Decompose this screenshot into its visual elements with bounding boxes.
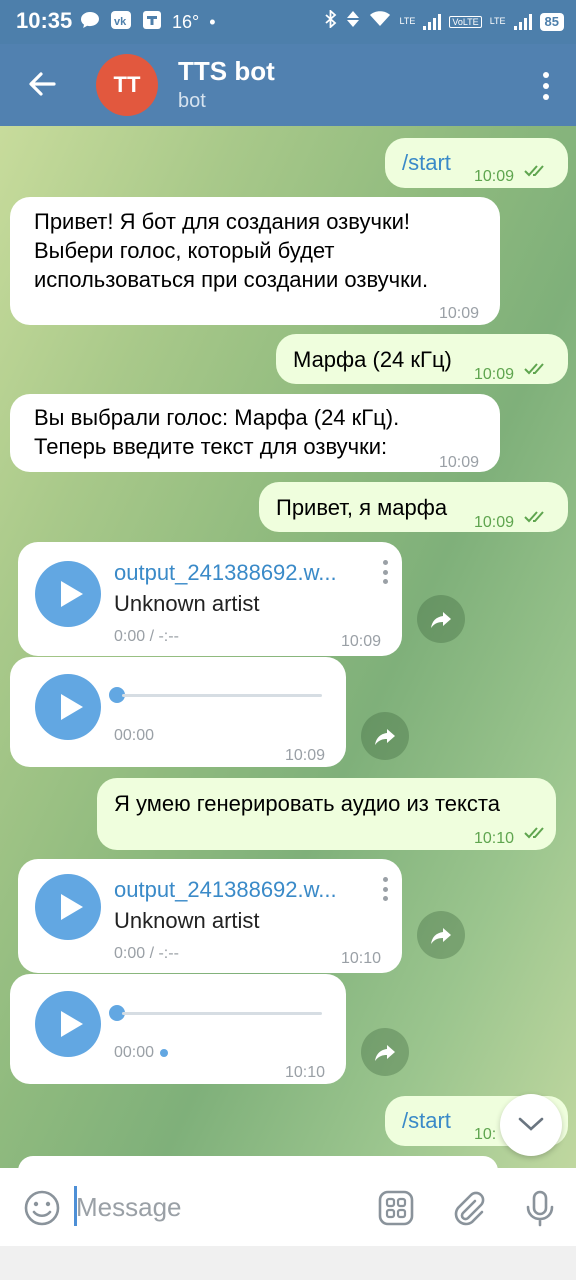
read-ticks-icon xyxy=(524,363,544,375)
dot-icon: • xyxy=(209,12,216,32)
audio-file-message[interactable]: output_241388692.w... Unknown artist 0:0… xyxy=(18,542,402,656)
message-incoming[interactable]: Привет! Я бот для создания озвучки! Выбе… xyxy=(10,197,500,325)
audio-artist: Unknown artist xyxy=(114,908,260,933)
message-text: Я умею генерировать аудио из текста xyxy=(114,791,500,816)
chat-notification-icon xyxy=(80,11,100,34)
audio-artist: Unknown artist xyxy=(114,591,260,616)
audio-file-message[interactable]: output_241388692.w... Unknown artist 0:0… xyxy=(18,859,402,973)
signal-icon-1 xyxy=(423,13,442,30)
chat-title[interactable]: TTS bot xyxy=(178,56,275,87)
message-input-bar xyxy=(0,1168,576,1246)
wifi-icon xyxy=(369,11,391,32)
read-ticks-icon xyxy=(524,511,544,523)
scroll-down-button[interactable] xyxy=(500,1094,562,1156)
voice-message[interactable]: 00:00 10:10 xyxy=(10,974,346,1084)
message-text: Марфа (24 кГц) xyxy=(293,347,452,372)
audio-filename[interactable]: output_241388692.w... xyxy=(114,875,337,904)
more-options-icon[interactable] xyxy=(542,72,550,100)
unplayed-dot-icon xyxy=(160,1048,169,1057)
svg-text:vk: vk xyxy=(114,16,127,28)
share-icon[interactable] xyxy=(361,1028,409,1076)
share-icon[interactable] xyxy=(361,712,409,760)
share-icon[interactable] xyxy=(417,911,465,959)
command-text[interactable]: /start xyxy=(402,148,451,177)
message-outgoing[interactable]: Я умею генерировать аудио из текста 10:1… xyxy=(97,778,556,850)
attach-icon[interactable] xyxy=(448,1188,488,1228)
message-outgoing[interactable]: Марфа (24 кГц) 10:09 xyxy=(276,334,568,384)
emoji-icon[interactable] xyxy=(22,1188,62,1228)
vk-icon: vk xyxy=(110,10,132,35)
avatar[interactable]: TT xyxy=(96,54,158,116)
audio-menu-icon[interactable] xyxy=(382,560,388,584)
play-button[interactable] xyxy=(35,874,101,940)
message-time: 10:10 xyxy=(285,1064,326,1081)
message-text: Привет, я марфа xyxy=(276,495,448,520)
data-arrows-icon xyxy=(345,10,361,33)
message-outgoing[interactable]: Привет, я марфа 10:09 xyxy=(259,482,568,532)
waveform-track[interactable] xyxy=(122,694,322,697)
status-time: 10:35 xyxy=(16,8,73,33)
play-button[interactable] xyxy=(35,561,101,627)
back-arrow-icon[interactable] xyxy=(24,66,60,102)
volte-badge: VoLTE xyxy=(449,15,482,28)
share-icon[interactable] xyxy=(417,595,465,643)
message-time: 10:09 xyxy=(439,305,480,322)
message-time: 10:10 xyxy=(474,830,515,847)
audio-duration: 0:00 / -:-- xyxy=(114,945,179,962)
signal-icon-2 xyxy=(513,13,532,30)
audio-menu-icon[interactable] xyxy=(382,877,388,901)
chat-header: TT TTS bot bot xyxy=(0,44,576,126)
message-time: 10:09 xyxy=(474,168,515,185)
voice-elapsed: 00:00 xyxy=(114,1038,169,1067)
play-button[interactable] xyxy=(35,674,101,740)
play-button[interactable] xyxy=(35,991,101,1057)
message-time: 10: xyxy=(474,1126,497,1143)
message-text: Привет! Я бот для создания озвучки! Выбе… xyxy=(34,209,429,292)
command-text[interactable]: /start xyxy=(402,1106,451,1135)
message-time: 10:09 xyxy=(439,454,480,471)
system-nav-bar xyxy=(0,1246,576,1280)
message-time: 10:09 xyxy=(474,514,515,531)
battery-icon: 85 xyxy=(539,12,564,31)
read-ticks-icon xyxy=(524,165,544,177)
message-time: 10:10 xyxy=(341,950,382,967)
message-time: 10:09 xyxy=(285,747,326,764)
bluetooth-icon xyxy=(325,8,337,33)
read-ticks-icon xyxy=(524,827,544,839)
lte-label-1: LTE xyxy=(399,16,416,26)
message-input[interactable] xyxy=(76,1188,356,1226)
chat-subtitle: bot xyxy=(178,90,206,112)
waveform-track[interactable] xyxy=(122,1012,322,1015)
tinkoff-icon xyxy=(142,10,162,35)
voice-elapsed: 00:00 xyxy=(114,727,155,744)
message-outgoing[interactable]: /start 10:09 xyxy=(385,138,568,188)
bot-commands-icon[interactable] xyxy=(376,1188,416,1228)
voice-elapsed-text: 00:00 xyxy=(114,1044,155,1061)
audio-filename[interactable]: output_241388692.w... xyxy=(114,558,337,587)
message-incoming[interactable]: Вы выбрали голос: Марфа (24 кГц). Теперь… xyxy=(10,394,500,472)
microphone-icon[interactable] xyxy=(520,1188,560,1228)
audio-duration: 0:00 / -:-- xyxy=(114,628,179,645)
message-text: Вы выбрали голос: Марфа (24 кГц). Теперь… xyxy=(34,405,400,459)
message-time: 10:09 xyxy=(341,633,382,650)
voice-message[interactable]: 00:00 10:09 xyxy=(10,657,346,767)
lte-label-2: LTE xyxy=(489,16,506,26)
message-time: 10:09 xyxy=(474,366,515,383)
temperature: 16° xyxy=(172,12,200,32)
status-bar: 10:35 vk 16° • LTE VoLTE LTE 85 xyxy=(0,0,576,44)
